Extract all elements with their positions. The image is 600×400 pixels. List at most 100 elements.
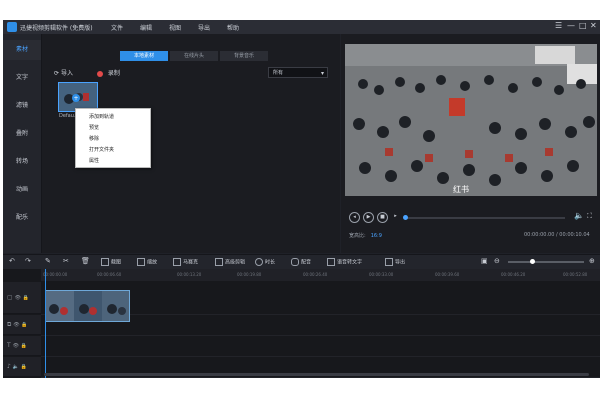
timeline-clip[interactable] xyxy=(45,290,130,322)
timeline-scrollbar[interactable] xyxy=(44,373,589,376)
duration-button[interactable]: 时长 xyxy=(255,258,275,266)
preview-panel: 红书 ◂ ▶ ■ ▸ 🔈 ⛶ 宽高比: 16:9 00:00:00.00 / 00… xyxy=(341,34,600,253)
next-frame-icon[interactable]: ▸ xyxy=(391,212,400,221)
svg-text:+: + xyxy=(73,95,78,102)
screenshot-icon xyxy=(101,258,109,266)
video-preview[interactable]: 红书 xyxy=(345,44,597,196)
ruler-tick: 00:00:39.60 xyxy=(435,272,460,277)
overlay-track-controls: 👁 🔒 xyxy=(13,322,28,328)
record-button[interactable]: 录制 xyxy=(97,68,120,77)
screenshot-button[interactable]: 截图 xyxy=(101,258,121,266)
tab-local-media[interactable]: 本地素材 xyxy=(120,51,168,61)
voiceover-button[interactable]: 配音 xyxy=(291,258,311,266)
ruler-tick: 00:00:46.20 xyxy=(501,272,526,277)
menu-item-preview[interactable]: 预览 xyxy=(89,124,99,131)
overlay-track-header[interactable]: ⧉ 👁 🔒 xyxy=(3,315,41,335)
menu-item-remove[interactable]: 移除 xyxy=(89,135,99,142)
import-label: 导入 xyxy=(60,70,73,77)
minimize-icon[interactable]: — xyxy=(567,21,575,30)
ruler-tick: 00:00:52.80 xyxy=(563,272,588,277)
speech-to-text-icon xyxy=(327,258,335,266)
zoom-slider-handle[interactable] xyxy=(530,259,535,264)
sidebar-item-material[interactable]: 素材 xyxy=(3,40,41,60)
context-menu: 添加到轨道 预览 移除 打开文件夹 属性 xyxy=(75,108,151,168)
speech-to-text-button[interactable]: 语音转文字 xyxy=(327,258,362,266)
prev-frame-icon[interactable]: ◂ xyxy=(349,212,360,223)
record-icon xyxy=(97,70,103,77)
menu-edit[interactable]: 编辑 xyxy=(140,23,152,32)
import-icon: ⟳ xyxy=(54,70,60,77)
mosaic-button[interactable]: 马赛克 xyxy=(173,258,198,266)
import-button[interactable]: ⟳ 导入 xyxy=(54,68,73,77)
export-label: 导出 xyxy=(395,259,406,266)
ruler-tick: 00:00:13.20 xyxy=(177,272,202,277)
edit-icon[interactable]: ✎ xyxy=(45,257,51,265)
time-ruler[interactable]: 00:00:00.00 00:00:06.60 00:00:13.20 00:0… xyxy=(41,269,600,281)
sidebar-item-filter[interactable]: 滤镜 xyxy=(3,96,41,116)
text-track[interactable] xyxy=(41,336,600,357)
play-icon[interactable]: ▶ xyxy=(363,212,374,223)
ratio-value: 16:9 xyxy=(370,233,382,239)
text-track-header[interactable]: T 👁 🔒 xyxy=(3,336,41,356)
export-icon xyxy=(385,258,393,266)
zoom-label: 缩放 xyxy=(147,259,158,266)
audio-track-header[interactable]: ♪ 🔈 🔒 xyxy=(3,357,41,377)
video-watermark: 红书 xyxy=(453,185,469,194)
playback-progress[interactable] xyxy=(403,215,565,220)
progress-handle[interactable] xyxy=(403,215,408,220)
volume-icon[interactable]: 🔈 xyxy=(574,211,584,220)
zoom-button[interactable]: 缩放 xyxy=(137,258,157,266)
sidebar-item-animation[interactable]: 动画 xyxy=(3,180,41,200)
mosaic-label: 马赛克 xyxy=(183,259,199,266)
advanced-edit-icon xyxy=(215,258,223,266)
aspect-ratio[interactable]: 宽高比: 16:9 xyxy=(349,232,382,239)
menu-item-add-to-track[interactable]: 添加到轨道 xyxy=(89,113,114,120)
menu-icon[interactable]: ☰ xyxy=(555,21,562,30)
music-note-icon: ♪ xyxy=(7,363,11,370)
export-button[interactable]: 导出 xyxy=(385,258,405,266)
record-label: 录制 xyxy=(107,70,120,77)
sidebar-item-text[interactable]: 文字 xyxy=(3,68,41,88)
tab-online-intro[interactable]: 在线片头 xyxy=(170,51,218,61)
filter-value: 所有 xyxy=(273,70,284,76)
text-track-icon: T xyxy=(7,342,11,349)
playhead[interactable] xyxy=(45,269,46,378)
menu-item-properties[interactable]: 属性 xyxy=(89,157,99,164)
menu-file[interactable]: 文件 xyxy=(111,23,123,32)
zoom-out-icon[interactable]: ⊖ xyxy=(494,257,500,265)
close-icon[interactable]: ✕ xyxy=(590,21,597,30)
duration-label: 时长 xyxy=(265,259,276,266)
sidebar-item-transition[interactable]: 转场 xyxy=(3,152,41,172)
menu-export[interactable]: 导出 xyxy=(198,23,210,32)
sidebar: 素材 文字 滤镜 叠附 转场 动画 配乐 xyxy=(3,34,42,253)
menu-view[interactable]: 视图 xyxy=(169,23,181,32)
fullscreen-icon[interactable]: ⛶ xyxy=(587,212,592,221)
fit-icon[interactable]: ▣ xyxy=(481,257,488,265)
menu-help[interactable]: 帮助 xyxy=(227,23,239,32)
delete-icon[interactable]: 🗑 xyxy=(81,257,90,265)
video-track-header[interactable]: ▢ 👁 🔒 xyxy=(3,282,41,314)
sidebar-item-music[interactable]: 配乐 xyxy=(3,208,41,228)
mosaic-icon xyxy=(173,258,181,266)
tab-bgm[interactable]: 背景音乐 xyxy=(220,51,268,61)
zoom-slider[interactable] xyxy=(508,259,584,264)
timecode: 00:00:00.00 / 00:00:10.04 xyxy=(524,232,590,238)
sidebar-item-overlay[interactable]: 叠附 xyxy=(3,124,41,144)
filter-select[interactable]: 所有 ▾ xyxy=(268,67,328,78)
ruler-tick: 00:00:19.80 xyxy=(237,272,262,277)
voiceover-label: 配音 xyxy=(301,259,312,266)
undo-icon[interactable]: ↶ xyxy=(9,257,15,265)
stop-icon[interactable]: ■ xyxy=(377,212,388,223)
audio-track-controls: 🔈 🔒 xyxy=(12,364,27,370)
app-logo-icon xyxy=(7,22,17,32)
zoom-icon xyxy=(137,258,145,266)
ratio-label: 宽高比: xyxy=(349,233,366,239)
zoom-in-icon[interactable]: ⊕ xyxy=(589,257,595,265)
redo-icon[interactable]: ↷ xyxy=(25,257,31,265)
advanced-edit-button[interactable]: 高级剪辑 xyxy=(215,258,245,266)
split-icon[interactable]: ✂ xyxy=(63,257,69,265)
ruler-tick: 00:00:33.00 xyxy=(369,272,394,277)
menu-item-open-folder[interactable]: 打开文件夹 xyxy=(89,146,114,153)
text-track-controls: 👁 🔒 xyxy=(12,343,27,349)
maximize-icon[interactable]: □ xyxy=(579,21,587,30)
